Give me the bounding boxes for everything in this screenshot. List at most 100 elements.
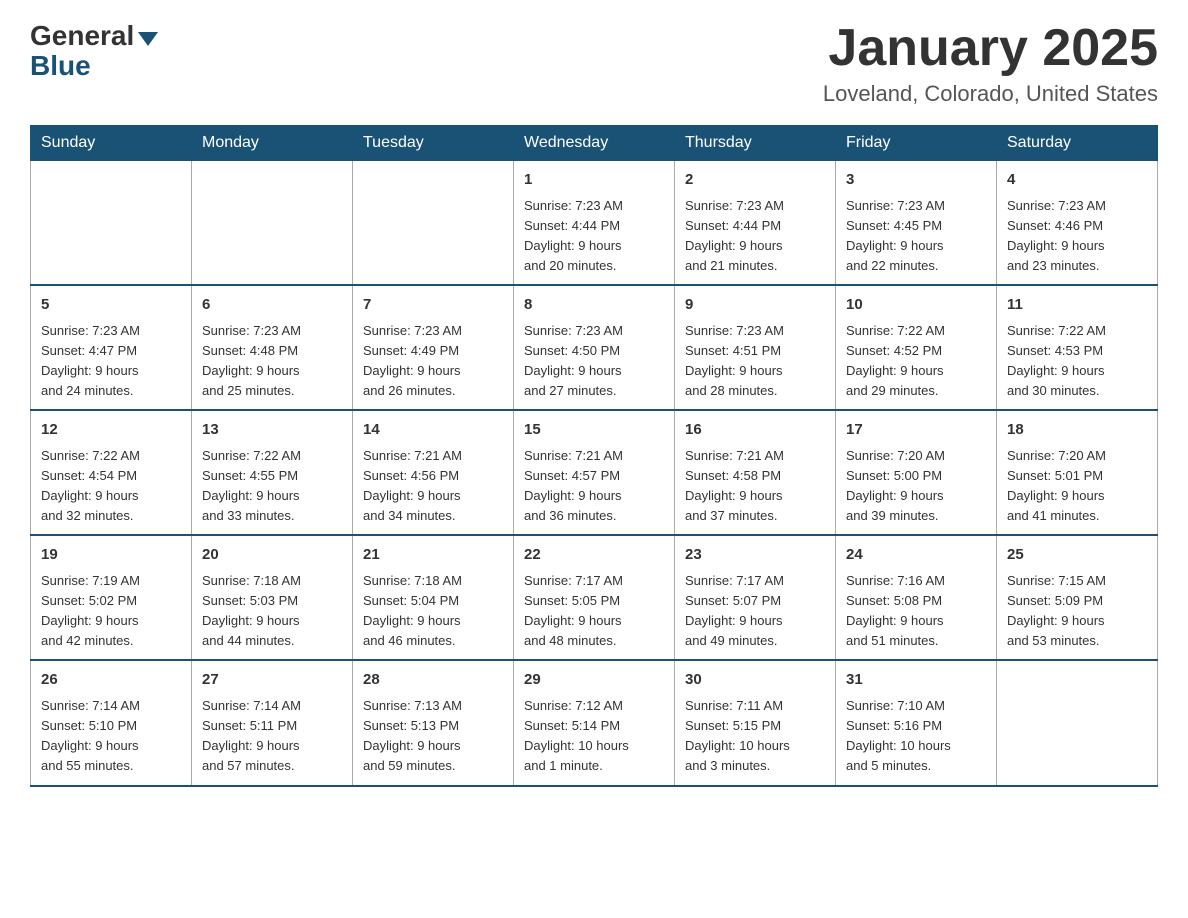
header-day-wednesday: Wednesday xyxy=(514,126,675,161)
week-row: 5 Sunrise: 7:23 AM Sunset: 4:47 PM Daylig… xyxy=(31,285,1158,410)
week-row: 12 Sunrise: 7:22 AM Sunset: 4:54 PM Dayli… xyxy=(31,410,1158,535)
day-info: Sunrise: 7:21 AM Sunset: 4:58 PM Dayligh… xyxy=(685,446,825,527)
day-info: Sunrise: 7:23 AM Sunset: 4:45 PM Dayligh… xyxy=(846,196,986,277)
day-number: 31 xyxy=(846,669,986,692)
calendar-cell: 13 Sunrise: 7:22 AM Sunset: 4:55 PM Dayli… xyxy=(192,410,353,535)
calendar-cell: 19Sunrise: 7:19 AM Sunset: 5:02 PM Dayli… xyxy=(31,535,192,660)
calendar-cell: 7 Sunrise: 7:23 AM Sunset: 4:49 PM Daylig… xyxy=(353,285,514,410)
calendar-cell xyxy=(997,660,1158,785)
calendar-subtitle: Loveland, Colorado, United States xyxy=(823,81,1158,107)
calendar-cell: 12 Sunrise: 7:22 AM Sunset: 4:54 PM Dayli… xyxy=(31,410,192,535)
calendar-cell: 23Sunrise: 7:17 AM Sunset: 5:07 PM Dayli… xyxy=(675,535,836,660)
header-day-thursday: Thursday xyxy=(675,126,836,161)
calendar-cell: 5 Sunrise: 7:23 AM Sunset: 4:47 PM Daylig… xyxy=(31,285,192,410)
day-number: 12 xyxy=(41,419,181,442)
week-row: 26 Sunrise: 7:14 AM Sunset: 5:10 PM Dayli… xyxy=(31,660,1158,785)
calendar-cell: 10 Sunrise: 7:22 AM Sunset: 4:52 PM Dayli… xyxy=(836,285,997,410)
day-info: Sunrise: 7:23 AM Sunset: 4:49 PM Dayligh… xyxy=(363,321,503,402)
day-info: Sunrise: 7:22 AM Sunset: 4:55 PM Dayligh… xyxy=(202,446,342,527)
day-number: 4 xyxy=(1007,169,1147,192)
day-info: Sunrise: 7:22 AM Sunset: 4:54 PM Dayligh… xyxy=(41,446,181,527)
day-info: Sunrise: 7:13 AM Sunset: 5:13 PM Dayligh… xyxy=(363,696,503,777)
page-header: General Blue January 2025 Loveland, Colo… xyxy=(30,20,1158,107)
logo-arrow-icon xyxy=(138,32,158,46)
day-info: Sunrise: 7:15 AM Sunset: 5:09 PM Dayligh… xyxy=(1007,571,1147,652)
day-info: Sunrise: 7:22 AM Sunset: 4:52 PM Dayligh… xyxy=(846,321,986,402)
calendar-cell: 20Sunrise: 7:18 AM Sunset: 5:03 PM Dayli… xyxy=(192,535,353,660)
calendar-cell xyxy=(353,161,514,286)
header-row: SundayMondayTuesdayWednesdayThursdayFrid… xyxy=(31,126,1158,161)
day-number: 25 xyxy=(1007,544,1147,567)
day-number: 24 xyxy=(846,544,986,567)
calendar-table: SundayMondayTuesdayWednesdayThursdayFrid… xyxy=(30,125,1158,786)
calendar-cell: 2 Sunrise: 7:23 AM Sunset: 4:44 PM Daylig… xyxy=(675,161,836,286)
day-number: 13 xyxy=(202,419,342,442)
day-info: Sunrise: 7:16 AM Sunset: 5:08 PM Dayligh… xyxy=(846,571,986,652)
day-info: Sunrise: 7:23 AM Sunset: 4:48 PM Dayligh… xyxy=(202,321,342,402)
day-number: 15 xyxy=(524,419,664,442)
logo-text: General xyxy=(30,20,158,52)
calendar-cell: 18Sunrise: 7:20 AM Sunset: 5:01 PM Dayli… xyxy=(997,410,1158,535)
day-number: 16 xyxy=(685,419,825,442)
day-number: 20 xyxy=(202,544,342,567)
calendar-cell: 6Sunrise: 7:23 AM Sunset: 4:48 PM Daylig… xyxy=(192,285,353,410)
header-day-saturday: Saturday xyxy=(997,126,1158,161)
calendar-body: 1Sunrise: 7:23 AM Sunset: 4:44 PM Daylig… xyxy=(31,161,1158,786)
week-row: 1Sunrise: 7:23 AM Sunset: 4:44 PM Daylig… xyxy=(31,161,1158,286)
day-number: 27 xyxy=(202,669,342,692)
day-info: Sunrise: 7:12 AM Sunset: 5:14 PM Dayligh… xyxy=(524,696,664,777)
day-number: 5 xyxy=(41,294,181,317)
day-number: 8 xyxy=(524,294,664,317)
day-info: Sunrise: 7:17 AM Sunset: 5:07 PM Dayligh… xyxy=(685,571,825,652)
day-number: 10 xyxy=(846,294,986,317)
day-info: Sunrise: 7:19 AM Sunset: 5:02 PM Dayligh… xyxy=(41,571,181,652)
calendar-cell: 11Sunrise: 7:22 AM Sunset: 4:53 PM Dayli… xyxy=(997,285,1158,410)
day-info: Sunrise: 7:23 AM Sunset: 4:47 PM Dayligh… xyxy=(41,321,181,402)
calendar-cell: 24 Sunrise: 7:16 AM Sunset: 5:08 PM Dayli… xyxy=(836,535,997,660)
day-number: 28 xyxy=(363,669,503,692)
calendar-cell xyxy=(31,161,192,286)
day-number: 18 xyxy=(1007,419,1147,442)
day-number: 9 xyxy=(685,294,825,317)
calendar-cell xyxy=(192,161,353,286)
calendar-cell: 21Sunrise: 7:18 AM Sunset: 5:04 PM Dayli… xyxy=(353,535,514,660)
calendar-cell: 9 Sunrise: 7:23 AM Sunset: 4:51 PM Daylig… xyxy=(675,285,836,410)
calendar-cell: 26 Sunrise: 7:14 AM Sunset: 5:10 PM Dayli… xyxy=(31,660,192,785)
day-number: 2 xyxy=(685,169,825,192)
calendar-cell: 4 Sunrise: 7:23 AM Sunset: 4:46 PM Daylig… xyxy=(997,161,1158,286)
day-info: Sunrise: 7:23 AM Sunset: 4:44 PM Dayligh… xyxy=(524,196,664,277)
day-info: Sunrise: 7:14 AM Sunset: 5:10 PM Dayligh… xyxy=(41,696,181,777)
calendar-cell: 28 Sunrise: 7:13 AM Sunset: 5:13 PM Dayli… xyxy=(353,660,514,785)
calendar-cell: 17Sunrise: 7:20 AM Sunset: 5:00 PM Dayli… xyxy=(836,410,997,535)
header-day-friday: Friday xyxy=(836,126,997,161)
day-info: Sunrise: 7:21 AM Sunset: 4:56 PM Dayligh… xyxy=(363,446,503,527)
calendar-cell: 30Sunrise: 7:11 AM Sunset: 5:15 PM Dayli… xyxy=(675,660,836,785)
week-row: 19Sunrise: 7:19 AM Sunset: 5:02 PM Dayli… xyxy=(31,535,1158,660)
day-info: Sunrise: 7:23 AM Sunset: 4:51 PM Dayligh… xyxy=(685,321,825,402)
logo-blue-text: Blue xyxy=(30,50,91,82)
day-info: Sunrise: 7:23 AM Sunset: 4:46 PM Dayligh… xyxy=(1007,196,1147,277)
day-number: 22 xyxy=(524,544,664,567)
day-number: 17 xyxy=(846,419,986,442)
day-info: Sunrise: 7:18 AM Sunset: 5:04 PM Dayligh… xyxy=(363,571,503,652)
day-number: 29 xyxy=(524,669,664,692)
day-number: 3 xyxy=(846,169,986,192)
calendar-cell: 22Sunrise: 7:17 AM Sunset: 5:05 PM Dayli… xyxy=(514,535,675,660)
calendar-header: SundayMondayTuesdayWednesdayThursdayFrid… xyxy=(31,126,1158,161)
day-info: Sunrise: 7:23 AM Sunset: 4:44 PM Dayligh… xyxy=(685,196,825,277)
header-day-sunday: Sunday xyxy=(31,126,192,161)
day-number: 14 xyxy=(363,419,503,442)
day-info: Sunrise: 7:14 AM Sunset: 5:11 PM Dayligh… xyxy=(202,696,342,777)
calendar-cell: 14 Sunrise: 7:21 AM Sunset: 4:56 PM Dayli… xyxy=(353,410,514,535)
calendar-cell: 27 Sunrise: 7:14 AM Sunset: 5:11 PM Dayli… xyxy=(192,660,353,785)
calendar-cell: 31Sunrise: 7:10 AM Sunset: 5:16 PM Dayli… xyxy=(836,660,997,785)
day-number: 26 xyxy=(41,669,181,692)
calendar-cell: 8Sunrise: 7:23 AM Sunset: 4:50 PM Daylig… xyxy=(514,285,675,410)
day-number: 7 xyxy=(363,294,503,317)
title-area: January 2025 Loveland, Colorado, United … xyxy=(823,20,1158,107)
calendar-cell: 29 Sunrise: 7:12 AM Sunset: 5:14 PM Dayli… xyxy=(514,660,675,785)
logo: General Blue xyxy=(30,20,158,82)
calendar-title: January 2025 xyxy=(823,20,1158,77)
calendar-cell: 1Sunrise: 7:23 AM Sunset: 4:44 PM Daylig… xyxy=(514,161,675,286)
day-info: Sunrise: 7:21 AM Sunset: 4:57 PM Dayligh… xyxy=(524,446,664,527)
